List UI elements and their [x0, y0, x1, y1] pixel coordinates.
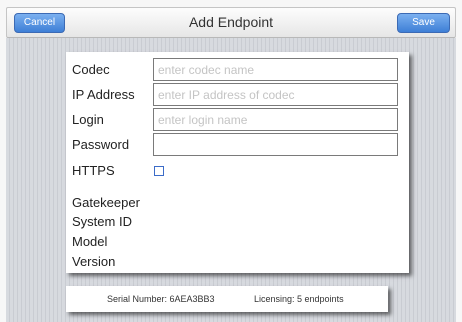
endpoint-form: Codec IP Address Login Password HTTPS Ga… — [66, 52, 409, 273]
password-row: Password — [66, 133, 409, 157]
https-row: HTTPS — [66, 159, 409, 183]
page-title: Add Endpoint — [188, 14, 274, 30]
model-label: Model — [72, 234, 108, 249]
codec-label: Codec — [72, 62, 110, 77]
ip-address-row: IP Address — [66, 83, 409, 107]
status-footer: Serial Number: 6AEA3BB3 Licensing: 5 end… — [66, 286, 388, 312]
ip-address-label: IP Address — [72, 87, 135, 102]
serial-number-text: Serial Number: 6AEA3BB3 — [107, 294, 215, 304]
version-label: Version — [72, 254, 116, 269]
password-input[interactable] — [153, 133, 398, 156]
login-input[interactable] — [153, 108, 398, 131]
ip-address-input[interactable] — [153, 83, 398, 106]
https-checkbox[interactable] — [154, 166, 164, 176]
codec-row: Codec — [66, 58, 409, 82]
system-id-label: System ID — [72, 214, 132, 229]
save-button[interactable]: Save — [397, 13, 450, 33]
gatekeeper-label: Gatekeeper — [72, 195, 140, 210]
codec-input[interactable] — [153, 58, 398, 81]
password-label: Password — [72, 137, 130, 152]
licensing-text: Licensing: 5 endpoints — [254, 294, 344, 304]
login-label: Login — [72, 112, 104, 127]
login-row: Login — [66, 108, 409, 132]
https-label: HTTPS — [72, 163, 115, 178]
header-bar: Cancel Add Endpoint Save — [6, 7, 456, 38]
cancel-button[interactable]: Cancel — [14, 13, 65, 33]
add-endpoint-screen: Cancel Add Endpoint Save Codec IP Addres… — [0, 0, 462, 322]
